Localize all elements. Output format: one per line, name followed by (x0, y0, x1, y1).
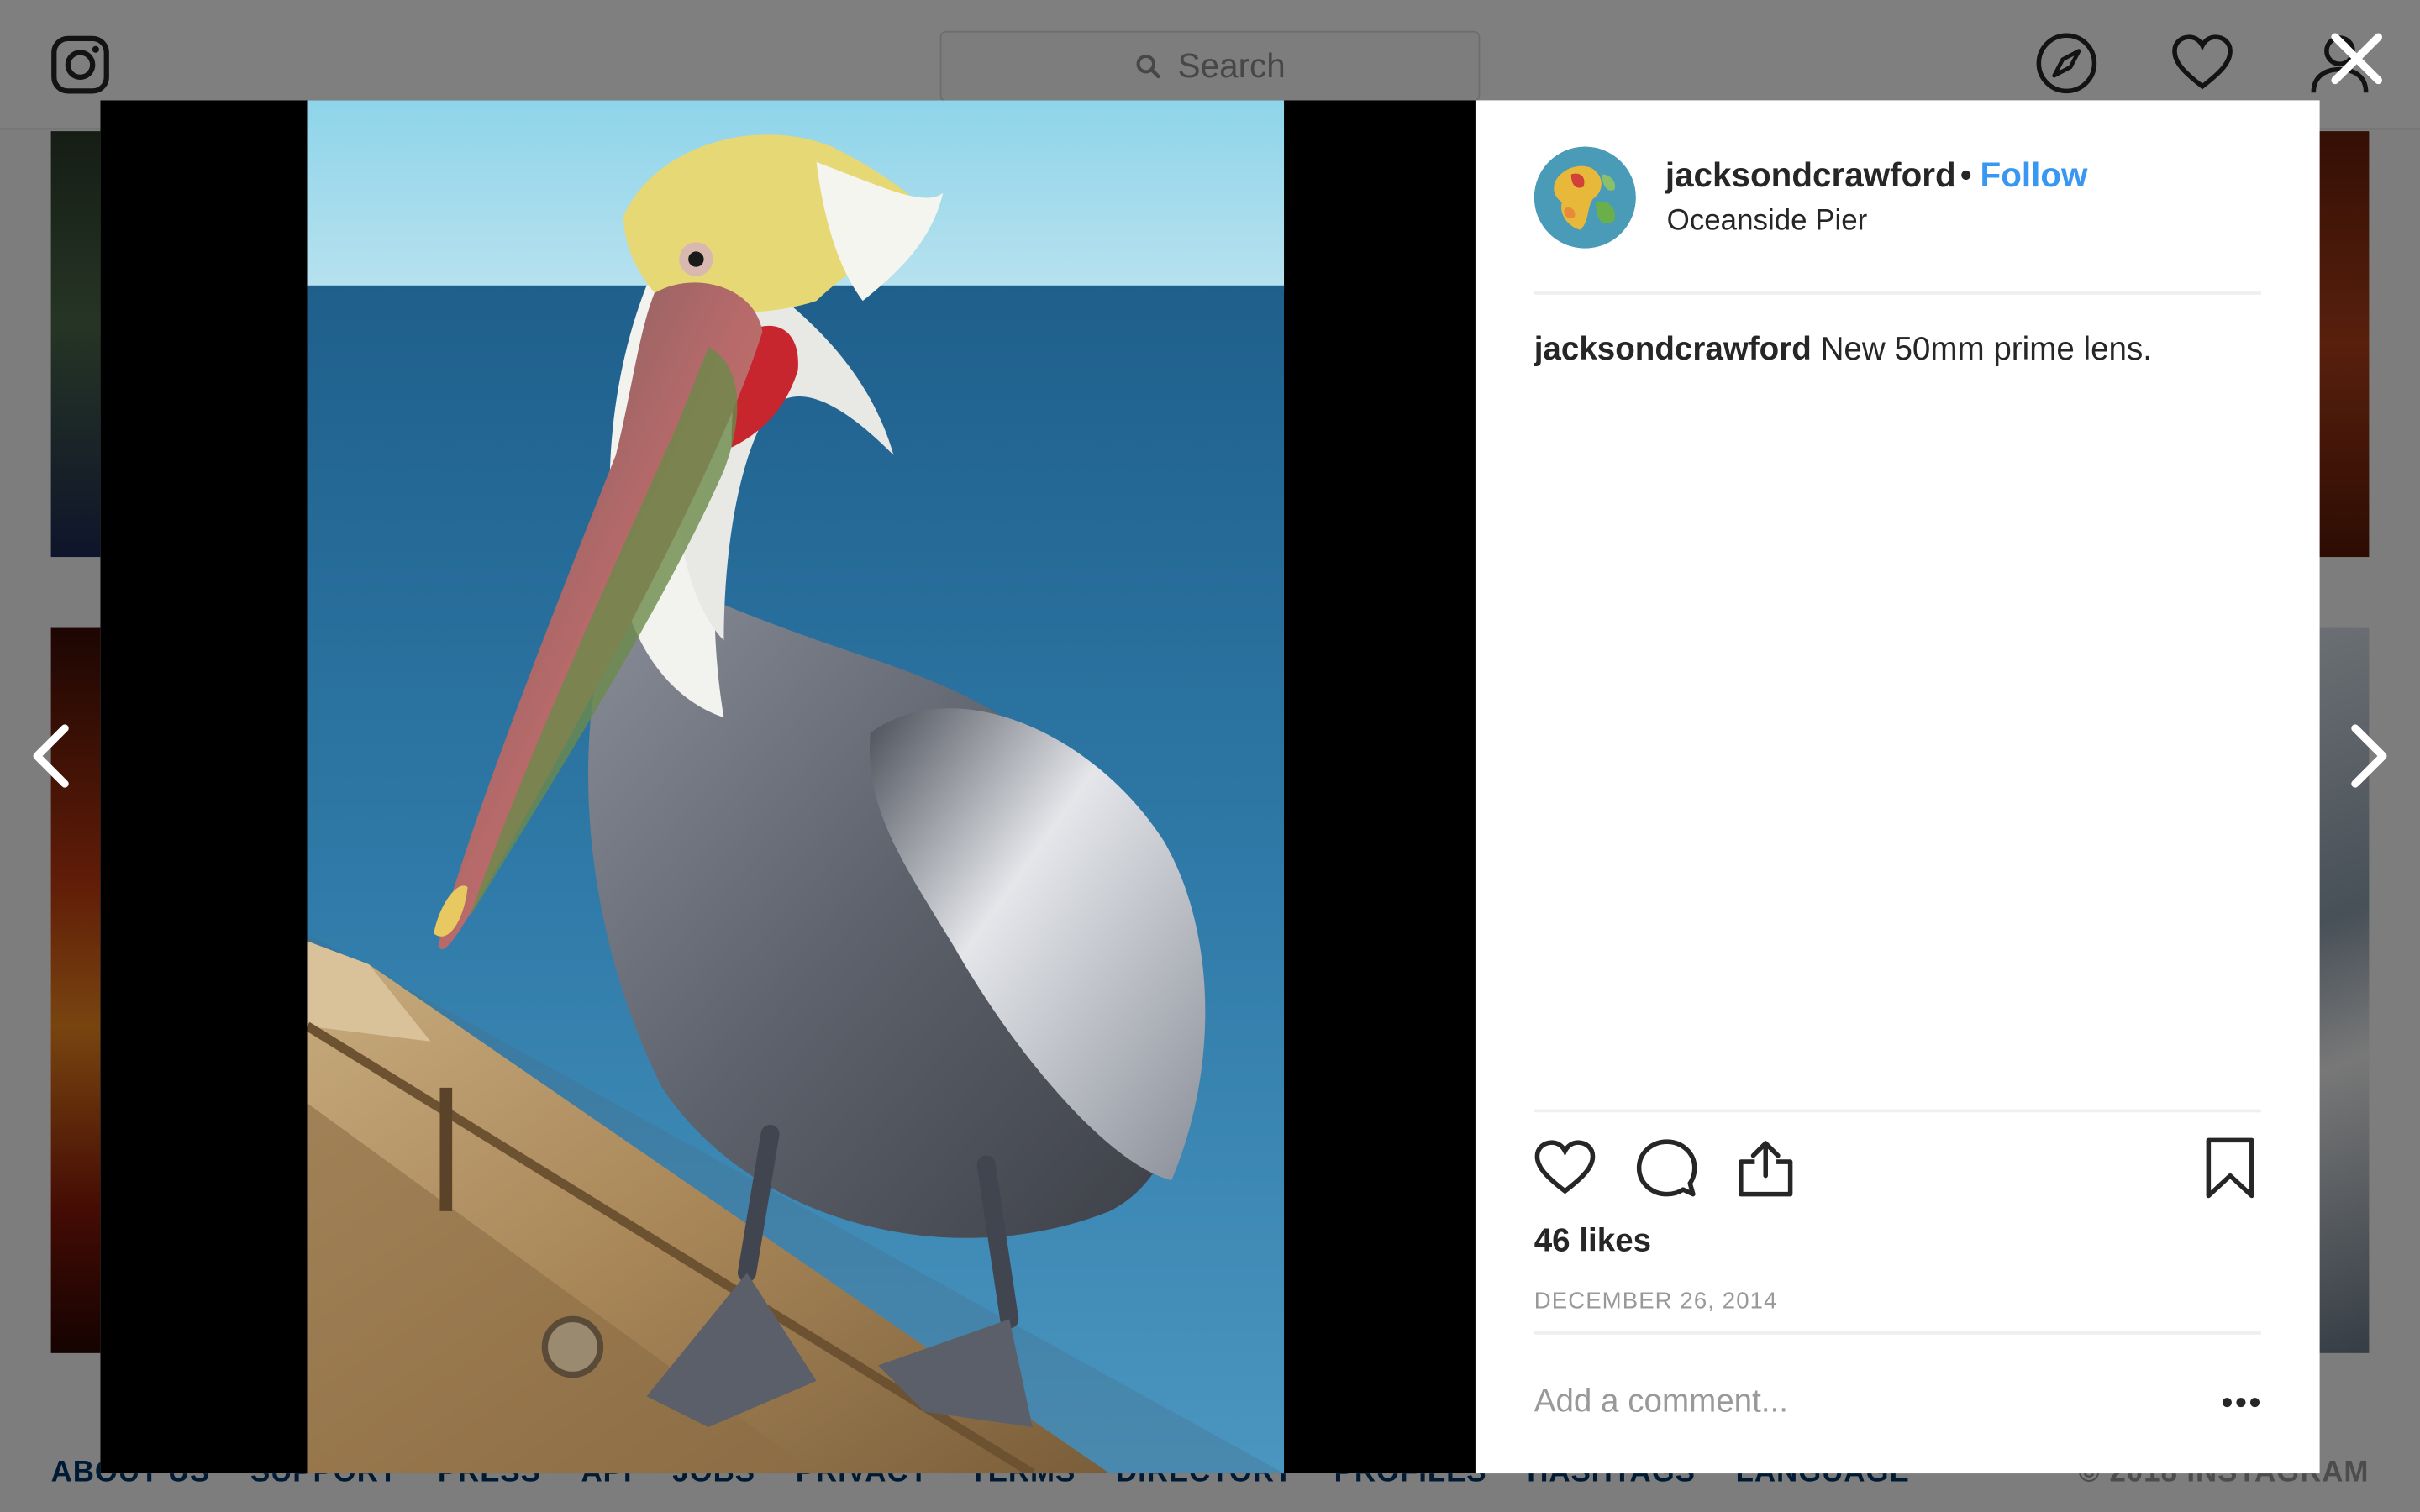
close-icon[interactable] (2326, 28, 2387, 89)
chevron-left-icon[interactable] (24, 719, 76, 793)
caption-username[interactable]: jacksondcrawford (1534, 332, 1812, 367)
post-modal: jacksondcrawford • Follow Oceanside Pier… (100, 100, 2320, 1474)
post-header: jacksondcrawford • Follow Oceanside Pier (1534, 146, 2261, 295)
post-actions: 46 likes DECEMBER 26, 2014 (1534, 1109, 2261, 1335)
share-upload-icon[interactable] (1734, 1137, 1796, 1199)
ellipsis-icon[interactable] (2221, 1396, 2261, 1409)
post-date[interactable]: DECEMBER 26, 2014 (1534, 1289, 1778, 1315)
page: Search ABOUT US SUPPORT PRESS API JOBS P… (0, 0, 2420, 1512)
follow-button[interactable]: Follow (1981, 156, 2088, 197)
post-sidebar: jacksondcrawford • Follow Oceanside Pier… (1476, 100, 2320, 1473)
post-photo[interactable] (307, 100, 1285, 1474)
post-username[interactable]: jacksondcrawford (1665, 156, 1956, 197)
caption-text: New 50mm prime lens. (1820, 331, 2152, 368)
separator-dot: • (1960, 155, 1972, 195)
comment-bubble-icon[interactable] (1636, 1137, 1697, 1199)
avatar[interactable] (1534, 146, 1636, 249)
bookmark-icon[interactable] (2199, 1137, 2260, 1199)
chevron-right-icon[interactable] (2343, 719, 2395, 793)
comment-row (1534, 1375, 2261, 1443)
post-media (100, 100, 1476, 1474)
comment-input[interactable] (1534, 1383, 2152, 1421)
post-caption: jacksondcrawford New 50mm prime lens. (1534, 332, 2261, 369)
post-location[interactable]: Oceanside Pier (1667, 205, 1868, 239)
likes-count[interactable]: 46 likes (1534, 1224, 1651, 1261)
heart-outline-icon[interactable] (1534, 1137, 1596, 1199)
